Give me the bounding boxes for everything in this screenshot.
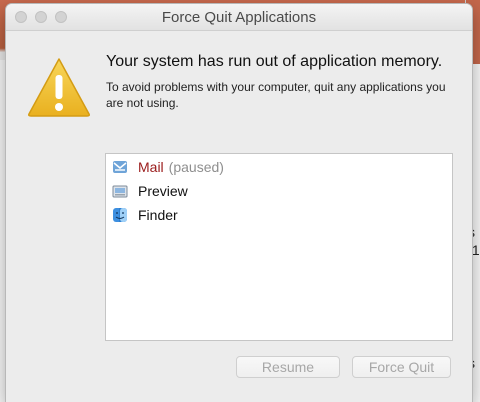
resume-button[interactable]: Resume xyxy=(236,356,340,378)
list-item[interactable]: Mail (paused) xyxy=(112,156,224,178)
warning-icon xyxy=(28,58,90,117)
app-name: Preview xyxy=(138,183,188,199)
list-item[interactable]: Preview xyxy=(112,180,188,202)
application-list[interactable]: Mail (paused) Preview Finder xyxy=(105,153,453,341)
finder-icon xyxy=(113,208,127,222)
preview-icon xyxy=(112,185,128,198)
title-bar[interactable]: Force Quit Applications xyxy=(6,4,472,31)
force-quit-button[interactable]: Force Quit xyxy=(352,356,451,378)
app-name: Mail xyxy=(138,159,164,175)
window-title: Force Quit Applications xyxy=(161,9,317,26)
alert-message: To avoid problems with your computer, qu… xyxy=(106,80,446,110)
list-item[interactable]: Finder xyxy=(112,204,178,226)
app-name: Finder xyxy=(138,207,178,223)
alert-headline: Your system has run out of application m… xyxy=(106,53,443,70)
force-quit-dialog: Force Quit Applications Your system has … xyxy=(6,4,472,402)
app-status: (paused) xyxy=(168,159,224,175)
mail-icon xyxy=(113,161,127,173)
